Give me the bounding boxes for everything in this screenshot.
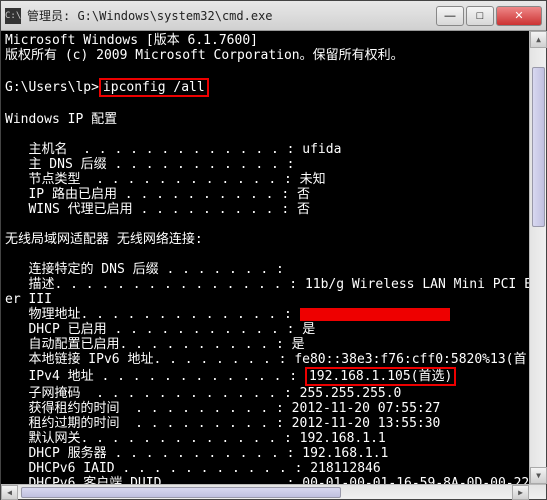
- minimize-button[interactable]: —: [436, 6, 464, 26]
- autoconf-value: 是: [292, 337, 305, 352]
- horizontal-scrollbar[interactable]: ◀ ▶: [1, 484, 546, 499]
- dhcp-en-value: 是: [302, 322, 315, 337]
- scroll-up-icon[interactable]: ▲: [530, 31, 547, 48]
- scroll-left-icon[interactable]: ◀: [1, 485, 18, 500]
- header-line1: Microsoft Windows [版本 6.1.7600]: [5, 33, 258, 48]
- close-button[interactable]: ✕: [496, 6, 542, 26]
- hostname-label: 主机名 . . . . . . . . . . . . . :: [5, 142, 302, 157]
- gateway-label: 默认网关. . . . . . . . . . . . . :: [5, 431, 300, 446]
- maximize-button[interactable]: □: [466, 6, 494, 26]
- lease-obt-label: 获得租约的时间 . . . . . . . . . :: [5, 401, 292, 416]
- iaid-label: DHCPv6 IAID . . . . . . . . . . . :: [5, 461, 310, 476]
- autoconf-label: 自动配置已启用. . . . . . . . . . :: [5, 337, 292, 352]
- dhcp-srv-label: DHCP 服务器 . . . . . . . . . . . :: [5, 446, 302, 461]
- dhcp-en-label: DHCP 已启用 . . . . . . . . . . . :: [5, 322, 302, 337]
- node-type-value: 未知: [300, 172, 326, 187]
- ipv4-label: IPv4 地址 . . . . . . . . . . . . :: [5, 369, 305, 384]
- scroll-thumb-v[interactable]: [532, 67, 545, 227]
- conn-dns-label: 连接特定的 DNS 后缀 . . . . . . . :: [5, 262, 284, 277]
- ip-route-value: 否: [297, 187, 310, 202]
- ipv6ll-label: 本地链接 IPv6 地址. . . . . . . . :: [5, 352, 294, 367]
- scroll-down-icon[interactable]: ▼: [530, 467, 547, 484]
- mac-redacted: [300, 308, 450, 321]
- command-text: ipconfig /all: [103, 80, 205, 95]
- ip-route-label: IP 路由已启用 . . . . . . . . . . :: [5, 187, 297, 202]
- duid-value: 00-01-00-01-16-59-8A-0D-00-22-: [302, 476, 529, 484]
- lease-exp-value: 2012-11-20 13:55:30: [292, 416, 441, 431]
- wins-proxy-label: WINS 代理已启用 . . . . . . . . . :: [5, 202, 297, 217]
- section-ipconfig: Windows IP 配置: [5, 112, 117, 127]
- duid-label: DHCPv6 客户端 DUID . . . . . . . :: [5, 476, 302, 484]
- prompt: G:\Users\lp>: [5, 80, 99, 95]
- desc-cont: er III: [5, 292, 52, 307]
- ipv4-highlight: 192.168.1.105(首选): [305, 367, 456, 386]
- node-type-label: 节点类型 . . . . . . . . . . . . :: [5, 172, 300, 187]
- window-buttons: — □ ✕: [436, 6, 542, 26]
- scroll-right-icon[interactable]: ▶: [512, 485, 529, 500]
- cmd-window: C:\ 管理员: G:\Windows\system32\cmd.exe — □…: [0, 0, 547, 500]
- section-adapter: 无线局域网适配器 无线网络连接:: [5, 232, 203, 247]
- dhcp-srv-value: 192.168.1.1: [302, 446, 388, 461]
- gateway-value: 192.168.1.1: [300, 431, 386, 446]
- terminal-area[interactable]: Microsoft Windows [版本 6.1.7600] 版权所有 (c)…: [1, 31, 529, 484]
- ipv4-value: 192.168.1.105(首选): [309, 369, 452, 384]
- desc-value: 11b/g Wireless LAN Mini PCI Ex: [305, 277, 529, 292]
- command-highlight: ipconfig /all: [99, 78, 209, 97]
- window-title: 管理员: G:\Windows\system32\cmd.exe: [27, 7, 436, 24]
- desc-label: 描述. . . . . . . . . . . . . . . :: [5, 277, 305, 292]
- dns-suffix-label: 主 DNS 后缀 . . . . . . . . . . . :: [5, 157, 294, 172]
- iaid-value: 218112846: [310, 461, 380, 476]
- subnet-value: 255.255.255.0: [300, 386, 402, 401]
- header-line2: 版权所有 (c) 2009 Microsoft Corporation。保留所有…: [5, 48, 404, 63]
- app-icon: C:\: [5, 8, 21, 24]
- lease-obt-value: 2012-11-20 07:55:27: [292, 401, 441, 416]
- titlebar[interactable]: C:\ 管理员: G:\Windows\system32\cmd.exe — □…: [1, 1, 546, 31]
- phys-label: 物理地址. . . . . . . . . . . . . :: [5, 307, 300, 322]
- subnet-label: 子网掩码 . . . . . . . . . . . . :: [5, 386, 300, 401]
- hostname-value: ufida: [302, 142, 341, 157]
- scroll-thumb-h[interactable]: [21, 487, 341, 498]
- lease-exp-label: 租约过期的时间 . . . . . . . . . :: [5, 416, 292, 431]
- wins-proxy-value: 否: [297, 202, 310, 217]
- vertical-scrollbar[interactable]: ▲ ▼: [529, 31, 546, 484]
- ipv6ll-value: fe80::38e3:f76:cff0:5820%13(首: [294, 352, 526, 367]
